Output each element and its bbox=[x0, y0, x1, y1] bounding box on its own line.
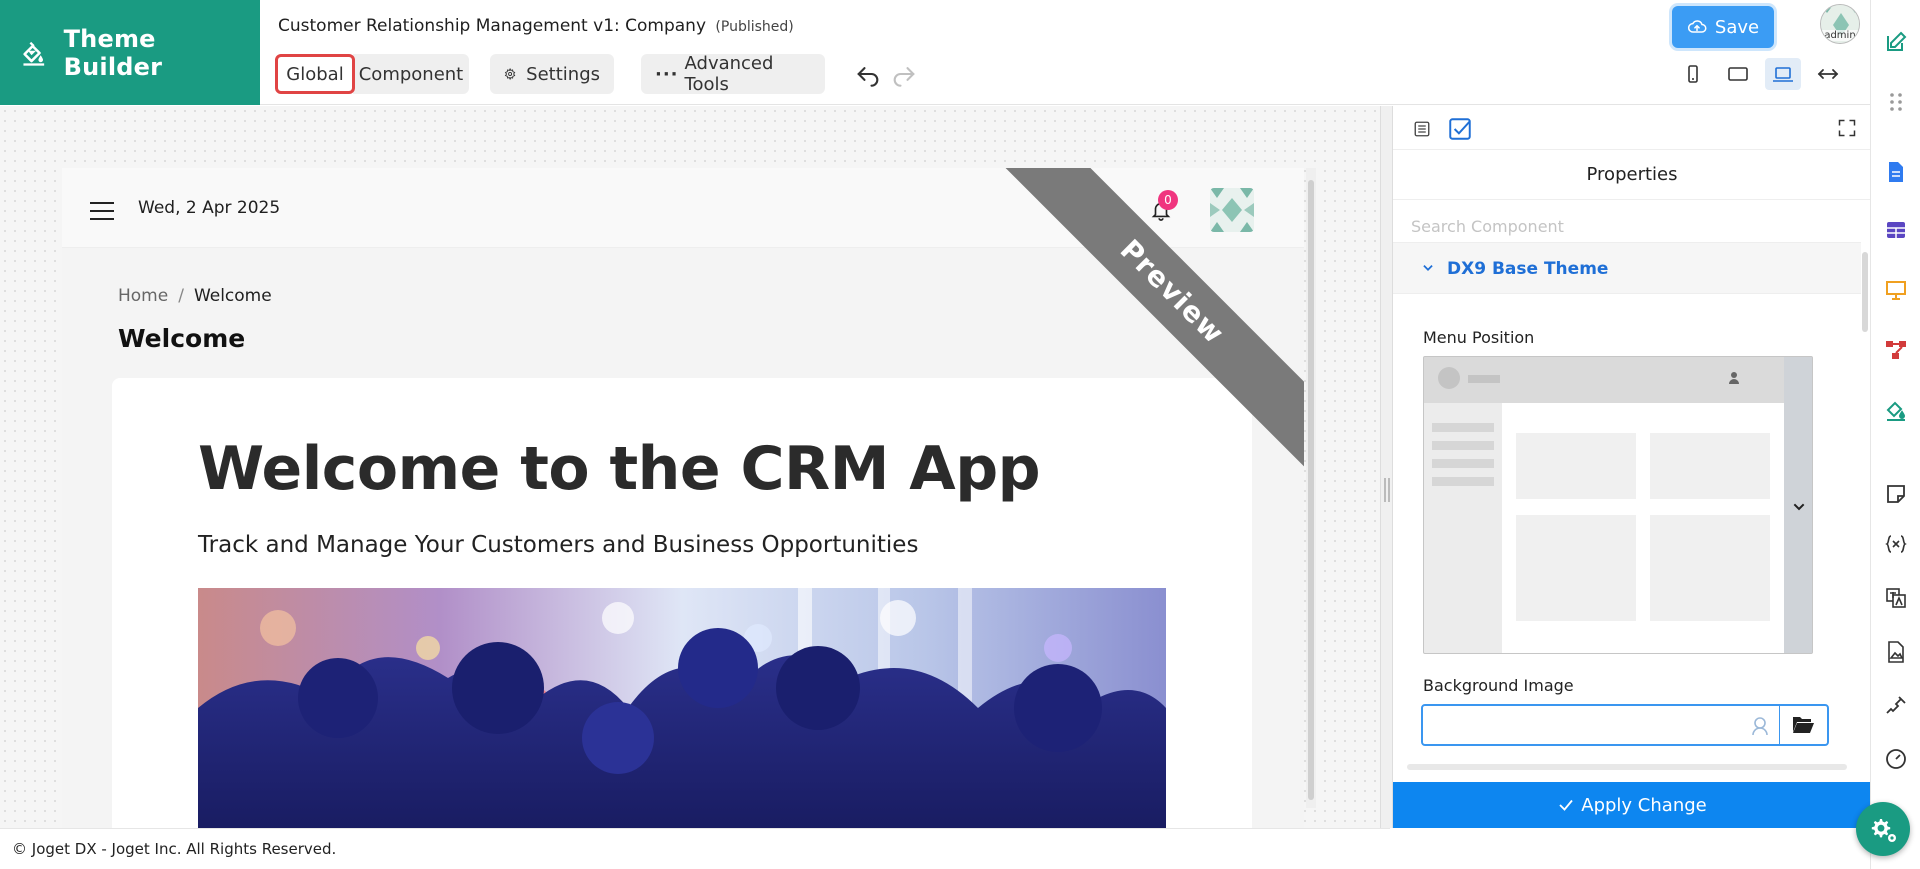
user-avatar[interactable]: admin bbox=[1820, 4, 1860, 44]
table-icon[interactable] bbox=[1884, 218, 1908, 242]
tablet-icon bbox=[1728, 67, 1748, 81]
app-name: Customer Relationship Management v1: Com… bbox=[278, 16, 707, 36]
breadcrumb-home[interactable]: Home bbox=[118, 286, 168, 306]
properties-panel: Properties DX9 Base Theme Menu Position … bbox=[1392, 106, 1871, 828]
right-tool-rail bbox=[1870, 0, 1920, 869]
user-lookup-icon[interactable] bbox=[1751, 716, 1769, 736]
page-title: Welcome bbox=[118, 324, 246, 353]
variable-icon[interactable] bbox=[1884, 532, 1908, 556]
page-footer: © Joget DX - Joget Inc. All Rights Reser… bbox=[0, 828, 1390, 869]
settings-label: Settings bbox=[526, 63, 600, 85]
file-image-icon[interactable] bbox=[1884, 640, 1908, 664]
hero-image bbox=[198, 588, 1166, 828]
laptop-view-button[interactable] bbox=[1765, 58, 1801, 90]
brand-title: Theme Builder bbox=[63, 24, 163, 81]
page-preview[interactable]: Wed, 2 Apr 2025 0 Home/Welcome Welcome bbox=[62, 168, 1304, 828]
builder-canvas[interactable]: Wed, 2 Apr 2025 0 Home/Welcome Welcome bbox=[0, 106, 1380, 828]
crowd-photo bbox=[198, 588, 1166, 828]
theme-name: DX9 Base Theme bbox=[1447, 259, 1609, 279]
paint-bucket-icon bbox=[23, 41, 45, 66]
horizontal-arrows-icon bbox=[1817, 69, 1839, 79]
menu-position-label: Menu Position bbox=[1423, 328, 1535, 347]
fullscreen-icon[interactable] bbox=[1837, 118, 1857, 138]
background-image-label: Background Image bbox=[1423, 676, 1574, 695]
save-label: Save bbox=[1714, 16, 1760, 38]
publish-status: (Published) bbox=[715, 19, 794, 35]
cloud-upload-icon bbox=[1687, 20, 1707, 33]
check-icon bbox=[1559, 799, 1573, 811]
redo-icon[interactable] bbox=[890, 60, 918, 88]
folder-open-icon[interactable] bbox=[1791, 714, 1815, 736]
apply-change-label: Apply Change bbox=[1581, 794, 1707, 816]
top-toolbar: Customer Relationship Management v1: Com… bbox=[260, 0, 1870, 105]
gear-icon bbox=[504, 67, 516, 81]
welcome-subtitle: Track and Manage Your Customers and Busi… bbox=[198, 532, 919, 558]
breadcrumb-current: Welcome bbox=[193, 286, 272, 306]
chevron-down-icon bbox=[1793, 503, 1805, 511]
panel-resize-handle[interactable] bbox=[1380, 106, 1392, 828]
header-date: Wed, 2 Apr 2025 bbox=[138, 198, 281, 218]
tablet-view-button[interactable] bbox=[1720, 58, 1756, 90]
preview-ribbon-label: Preview bbox=[984, 168, 1304, 488]
advanced-tools-button[interactable]: ··· Advanced Tools bbox=[641, 53, 825, 95]
paint-bucket-icon[interactable] bbox=[1884, 398, 1908, 422]
app-title: Customer Relationship Management v1: Com… bbox=[278, 16, 794, 36]
search-component-input[interactable] bbox=[1411, 212, 1851, 240]
panel-scrollbar[interactable] bbox=[1861, 242, 1869, 766]
edit-icon[interactable] bbox=[1884, 30, 1908, 54]
panel-horizontal-scrollbar[interactable] bbox=[1407, 764, 1847, 770]
gauge-icon[interactable] bbox=[1884, 746, 1908, 770]
settings-fab[interactable] bbox=[1856, 802, 1910, 856]
panel-title: Properties bbox=[1393, 150, 1871, 200]
full-width-view-button[interactable] bbox=[1810, 58, 1846, 90]
menu-position-select[interactable] bbox=[1423, 356, 1813, 654]
document-icon[interactable] bbox=[1884, 160, 1908, 184]
background-image-input[interactable] bbox=[1429, 712, 1749, 738]
note-icon[interactable] bbox=[1884, 482, 1908, 506]
welcome-heading: Welcome to the CRM App bbox=[198, 434, 1041, 504]
preview-ribbon: Preview bbox=[984, 168, 1304, 488]
brand-header: Theme Builder bbox=[0, 0, 260, 105]
breadcrumb: Home / Welcome bbox=[118, 286, 272, 306]
component-tab[interactable]: Component bbox=[353, 54, 469, 94]
save-button[interactable]: Save bbox=[1672, 6, 1774, 48]
more-dots-icon: ··· bbox=[655, 63, 679, 85]
chevron-down-icon bbox=[1423, 265, 1433, 271]
list-view-icon[interactable] bbox=[1413, 120, 1431, 138]
advanced-tools-label: Advanced Tools bbox=[684, 53, 774, 95]
canvas-scrollbar[interactable] bbox=[1306, 168, 1316, 808]
menu-icon[interactable] bbox=[90, 202, 114, 220]
panel-toolbar bbox=[1393, 106, 1871, 150]
global-tab[interactable]: Global bbox=[275, 54, 355, 94]
translate-icon[interactable] bbox=[1884, 586, 1908, 610]
process-flow-icon[interactable] bbox=[1884, 338, 1908, 362]
user-icon bbox=[1729, 372, 1739, 384]
laptop-icon bbox=[1773, 67, 1793, 82]
presentation-icon[interactable] bbox=[1884, 278, 1908, 302]
gears-icon bbox=[1871, 819, 1896, 842]
avatar-label: admin bbox=[1821, 30, 1859, 41]
mobile-icon bbox=[1688, 65, 1698, 83]
breadcrumb-separator: / bbox=[178, 286, 184, 306]
apply-change-button[interactable]: Apply Change bbox=[1393, 782, 1871, 828]
theme-section-header[interactable]: DX9 Base Theme bbox=[1393, 242, 1861, 294]
drag-handle-icon[interactable] bbox=[1884, 90, 1908, 114]
mobile-view-button[interactable] bbox=[1675, 58, 1711, 90]
undo-icon[interactable] bbox=[854, 60, 882, 88]
checkbox-checked-icon[interactable] bbox=[1447, 116, 1473, 142]
background-image-field bbox=[1421, 704, 1829, 746]
plugin-icon[interactable] bbox=[1884, 694, 1908, 718]
settings-button[interactable]: Settings bbox=[490, 54, 614, 94]
